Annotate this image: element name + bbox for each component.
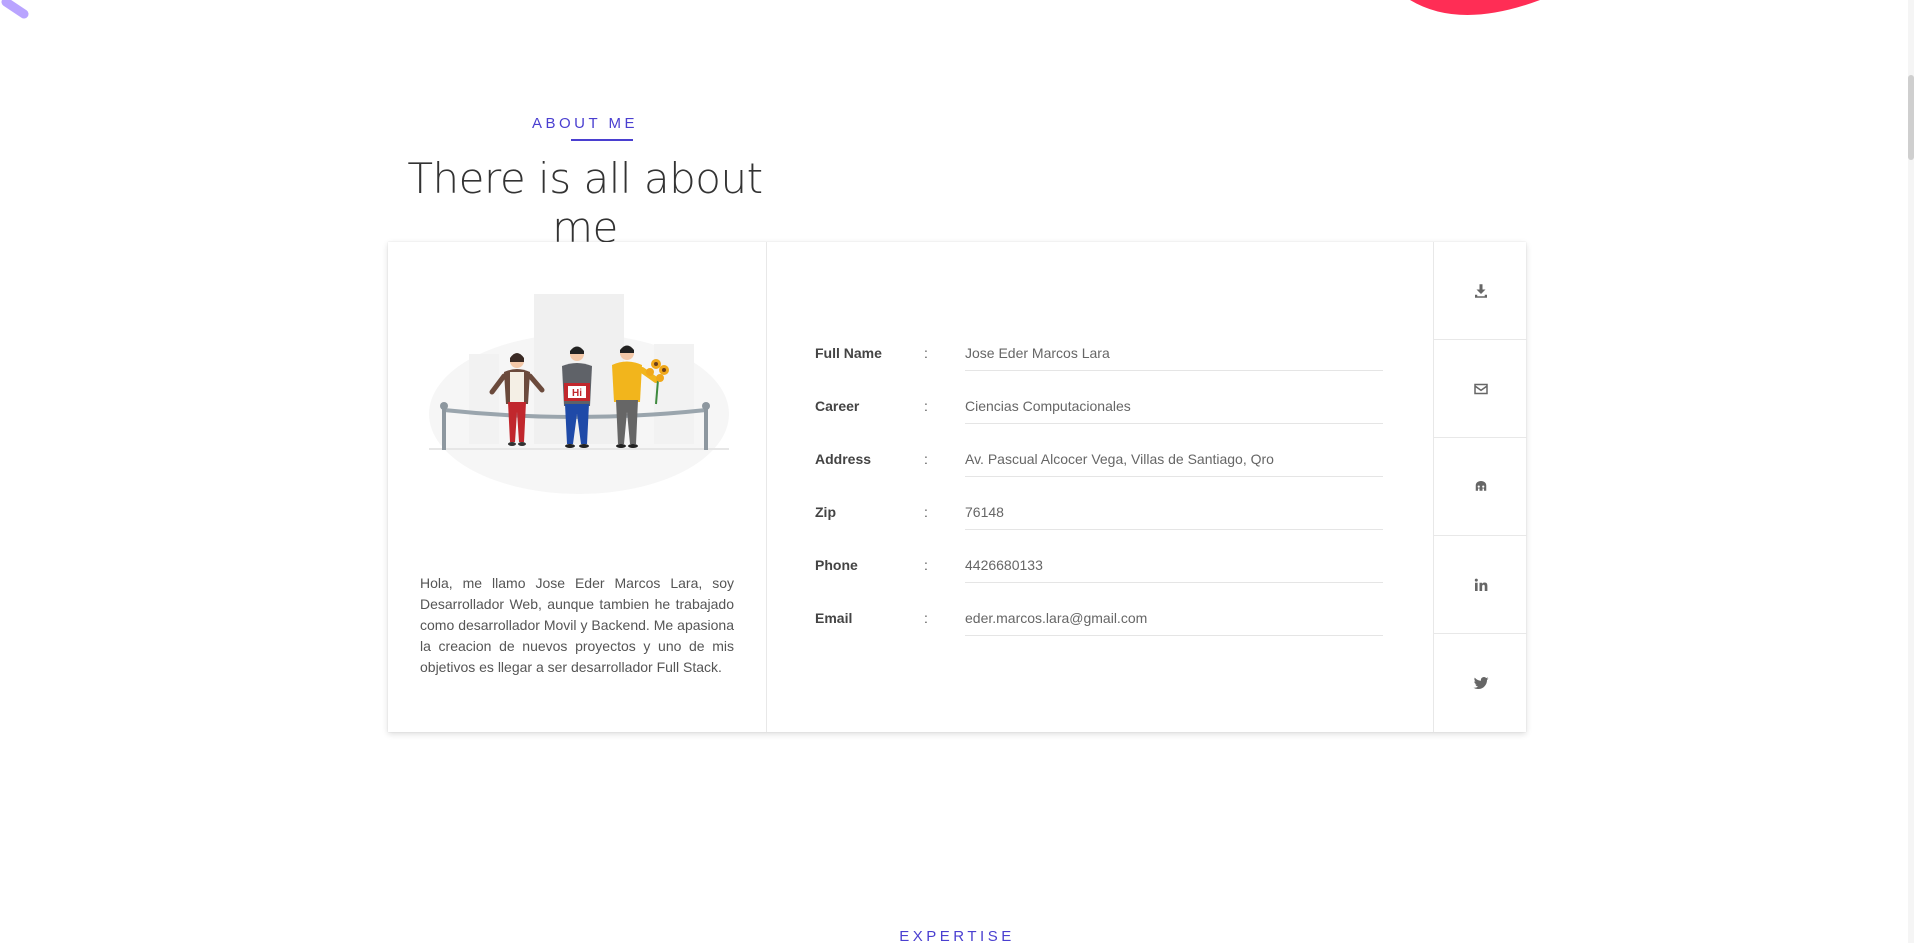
mail-icon bbox=[1473, 383, 1488, 394]
social-links-column bbox=[1433, 242, 1527, 732]
eyebrow-underline bbox=[571, 139, 633, 141]
page-title: There is all about me bbox=[407, 154, 763, 252]
info-divider bbox=[965, 529, 1383, 530]
info-row-zip: Zip : 76148 bbox=[767, 504, 1421, 557]
info-row-address: Address : Av. Pascual Alcocer Vega, Vill… bbox=[767, 451, 1421, 504]
info-divider bbox=[965, 476, 1383, 477]
info-divider bbox=[965, 370, 1383, 371]
download-icon bbox=[1474, 283, 1487, 298]
twitter-button[interactable] bbox=[1434, 634, 1527, 731]
illustration-sign-text: Hi bbox=[572, 388, 582, 399]
about-card: Hi Hola, me llamo Jose Eder Marcos Lara,… bbox=[388, 242, 1527, 732]
info-label: Career bbox=[815, 398, 860, 414]
twitter-icon bbox=[1473, 676, 1488, 689]
info-value: eder.marcos.lara@gmail.com bbox=[965, 610, 1148, 626]
next-section-eyebrow: EXPERTISE bbox=[899, 928, 1015, 945]
section-eyebrow: ABOUT ME bbox=[531, 115, 639, 132]
info-divider bbox=[965, 635, 1383, 636]
bio-text: Hola, me llamo Jose Eder Marcos Lara, so… bbox=[420, 575, 734, 675]
info-colon: : bbox=[924, 451, 928, 467]
team-illustration: Hi bbox=[429, 294, 729, 494]
info-label: Phone bbox=[815, 557, 858, 573]
decorative-shape-purple bbox=[1, 0, 29, 19]
decorative-shape-red bbox=[1410, 0, 1540, 15]
github-icon bbox=[1475, 480, 1486, 491]
info-colon: : bbox=[924, 557, 928, 573]
info-divider bbox=[965, 582, 1383, 583]
email-button[interactable] bbox=[1434, 340, 1527, 438]
info-colon: : bbox=[924, 504, 928, 520]
about-left-column: Hi Hola, me llamo Jose Eder Marcos Lara,… bbox=[388, 242, 767, 732]
personal-info-list: Full Name : Jose Eder Marcos Lara Career… bbox=[767, 242, 1421, 732]
info-row-full-name: Full Name : Jose Eder Marcos Lara bbox=[767, 345, 1421, 398]
scrollbar-thumb[interactable] bbox=[1908, 75, 1914, 160]
linkedin-icon bbox=[1474, 578, 1487, 591]
info-colon: : bbox=[924, 398, 928, 414]
linkedin-button[interactable] bbox=[1434, 536, 1527, 634]
info-value: Jose Eder Marcos Lara bbox=[965, 345, 1110, 361]
download-cv-button[interactable] bbox=[1434, 242, 1527, 340]
info-label: Zip bbox=[815, 504, 836, 520]
info-value: Av. Pascual Alcocer Vega, Villas de Sant… bbox=[965, 451, 1274, 467]
info-colon: : bbox=[924, 610, 928, 626]
github-button[interactable] bbox=[1434, 438, 1527, 536]
info-row-email: Email : eder.marcos.lara@gmail.com bbox=[767, 610, 1421, 663]
info-colon: : bbox=[924, 345, 928, 361]
info-label: Full Name bbox=[815, 345, 882, 361]
info-value: 4426680133 bbox=[965, 557, 1043, 573]
info-value: Ciencias Computacionales bbox=[965, 398, 1131, 414]
info-value: 76148 bbox=[965, 504, 1004, 520]
info-divider bbox=[965, 423, 1383, 424]
info-label: Address bbox=[815, 451, 872, 467]
info-row-phone: Phone : 4426680133 bbox=[767, 557, 1421, 610]
info-row-career: Career : Ciencias Computacionales bbox=[767, 398, 1421, 451]
info-label: Email bbox=[815, 610, 853, 626]
